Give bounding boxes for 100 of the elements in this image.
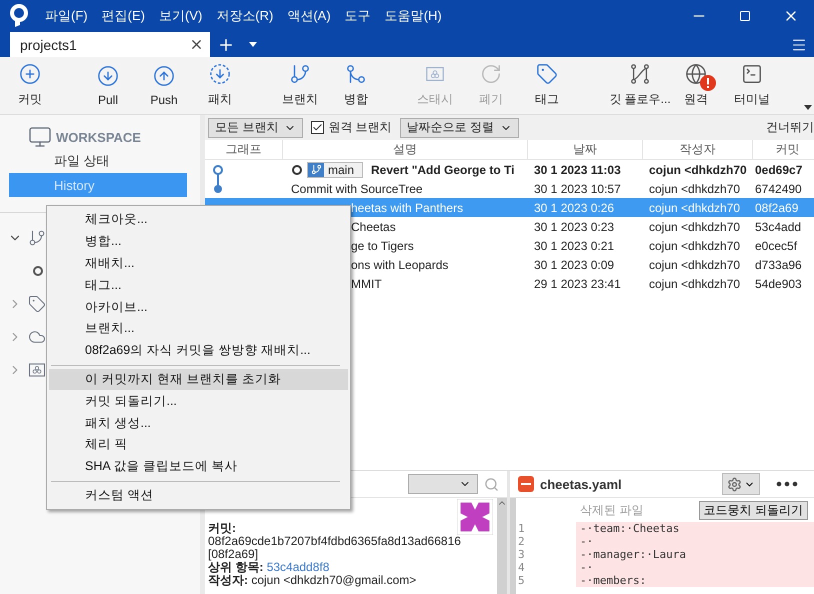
table-cell-text: cojun <dhkdzh70 <box>648 162 748 178</box>
identicon-avatar <box>457 499 493 535</box>
parent-label: 상위 항목: <box>208 560 264 574</box>
terminal-icon <box>741 63 763 85</box>
revert-hunk-button[interactable]: 코드뭉치 되돌리기 <box>698 500 808 520</box>
arrow-up-circle-icon <box>153 64 175 86</box>
line-number: 5 <box>517 574 526 587</box>
table-cell-text: 53c4add <box>754 218 802 236</box>
plus-circle-icon <box>19 63 41 85</box>
line-number: 3 <box>517 548 526 561</box>
menu-item[interactable]: SHA 값을 클립보드에 복사 <box>49 456 348 478</box>
toolbar-button[interactable]: 병합 <box>328 57 384 114</box>
globe-icon <box>685 63 707 85</box>
table-cell-text: cojun <dhkdzh70 <box>648 180 742 198</box>
table-cell: 30 1 2023 0:26 <box>528 198 643 217</box>
commit-message: ge to Tigers <box>350 238 415 254</box>
column-header: 설명 <box>283 140 528 160</box>
close-icon[interactable] <box>189 37 204 52</box>
menu-item[interactable]: 커밋 되돌리기... <box>49 390 348 412</box>
column-header: 커밋 <box>753 140 814 160</box>
table-cell-text: d733a96 <box>754 256 803 274</box>
table-cell: 08f2a69 <box>753 198 814 217</box>
arrow-down-circle-icon <box>97 64 119 86</box>
menu-item[interactable]: 도움말(H) <box>378 7 449 25</box>
table-cell-text: 29 1 2023 23:41 <box>533 276 622 292</box>
branch-label: main <box>307 162 364 178</box>
branch-icon <box>310 164 322 175</box>
rotate-arrow-icon <box>480 63 502 85</box>
menu-item[interactable]: 액션(A) <box>280 7 338 25</box>
table-cell-text: cojun <dhkdzh70 <box>648 256 742 274</box>
menu-item[interactable]: 병합... <box>49 230 348 253</box>
menu-item[interactable]: 아카이브... <box>49 296 348 318</box>
overflow-caret-icon[interactable] <box>804 105 812 110</box>
toolbar-button[interactable]: Pull <box>80 57 136 114</box>
author-line: 작성자: cojun <dhkdzh70@gmail.com> <box>208 574 418 587</box>
tag-icon <box>28 294 46 312</box>
menu-item[interactable]: 커스텀 액션 <box>49 484 348 506</box>
menu-item[interactable]: 도구 <box>338 7 378 25</box>
line-number: 4 <box>517 561 526 574</box>
table-cell-text: 54de903 <box>754 276 803 292</box>
branch-icon <box>28 228 46 246</box>
toolbar-button[interactable]: 커밋 <box>2 57 58 114</box>
checkbox[interactable] <box>311 121 324 134</box>
monitor-icon <box>28 125 52 149</box>
menu-item[interactable]: 파일(F) <box>38 7 95 25</box>
toolbar-button[interactable]: 브랜치 <box>272 57 328 114</box>
head-circle-icon <box>291 164 303 176</box>
commit-message: MMIT <box>350 276 383 292</box>
menu-item[interactable]: 08f2a69의 자식 커밋을 쌍방향 재배치... <box>49 340 348 362</box>
toolbar-button[interactable]: 깃 플로우... <box>612 57 668 114</box>
caret-icon[interactable] <box>249 42 257 47</box>
toolbar-button[interactable]: 원격 <box>668 57 724 114</box>
table-cell-text: 30 1 2023 11:03 <box>533 162 622 178</box>
table-cell-text: cojun <dhkdzh70 <box>648 218 742 236</box>
commit-hash: 08f2a69cde1b7207bf4fdbd6365fa8d13ad66816 <box>208 535 462 548</box>
git-flow-icon <box>629 63 651 85</box>
menu-item[interactable]: 패치 생성... <box>49 412 348 434</box>
commit-message: Cheetas <box>350 218 397 236</box>
removed-file-icon <box>518 476 534 492</box>
toolbar-button[interactable]: 태그 <box>519 57 575 114</box>
sidebar-item[interactable]: 파일 상태 <box>9 149 187 173</box>
menu-item[interactable]: 태그... <box>49 274 348 296</box>
parent-link[interactable]: 53c4add8f8 <box>266 560 330 574</box>
table-cell-text: 30 1 2023 0:23 <box>533 218 616 236</box>
column-header: 날짜 <box>528 140 643 160</box>
menu-item[interactable]: 보기(V) <box>152 7 210 25</box>
menu-item[interactable]: 저장소(R) <box>209 7 280 25</box>
table-cell-text: cojun <dhkdzh70 <box>648 276 742 292</box>
commit-label: 커밋: <box>208 522 236 535</box>
gear-icon <box>727 476 742 492</box>
menu-item[interactable]: 체리 픽 <box>49 434 348 456</box>
branch-filter-dropdown[interactable]: 모든 브랜치 <box>208 118 304 138</box>
column-header: 작성자 <box>643 140 753 160</box>
tab[interactable]: projects1 <box>10 32 210 57</box>
line-number: 2 <box>517 535 526 548</box>
table-cell: cojun <dhkdzh70 <box>643 198 753 217</box>
diff-status: 삭제된 파일 <box>580 502 644 518</box>
sort-dropdown[interactable]: 날짜순으로 정렬 <box>400 118 520 138</box>
table-cell-text: e0cec5f <box>754 238 798 254</box>
menu-icon[interactable] <box>791 36 807 52</box>
more-icon[interactable] <box>776 481 798 487</box>
toolbar-button[interactable]: 패치 <box>192 57 248 114</box>
commit-message: Commit with SourceTree <box>290 180 424 198</box>
branch-icon <box>289 63 311 85</box>
tag-icon <box>536 63 558 85</box>
menu-item[interactable]: 이 커밋까지 현재 브랜치를 초기화 <box>49 368 348 390</box>
maximize-icon[interactable] <box>739 10 751 22</box>
stash-box-icon <box>28 360 46 378</box>
checkbox-label: 원격 브랜치 <box>328 119 392 136</box>
circle-icon <box>32 264 44 276</box>
menu-item[interactable]: 편집(E) <box>94 7 152 25</box>
menu-item[interactable]: 브랜치... <box>49 318 348 340</box>
menu-item[interactable]: 재배치... <box>49 252 348 274</box>
settings-dropdown[interactable] <box>722 473 760 495</box>
toolbar-button[interactable]: 터미널 <box>724 57 780 114</box>
table-cell-text: 30 1 2023 0:21 <box>533 238 616 254</box>
toolbar-button[interactable]: Push <box>136 57 192 114</box>
merge-icon <box>345 63 367 85</box>
commit-message: Revert "Add George to Ti <box>371 162 515 176</box>
short-hash: [08f2a69] <box>208 548 260 561</box>
